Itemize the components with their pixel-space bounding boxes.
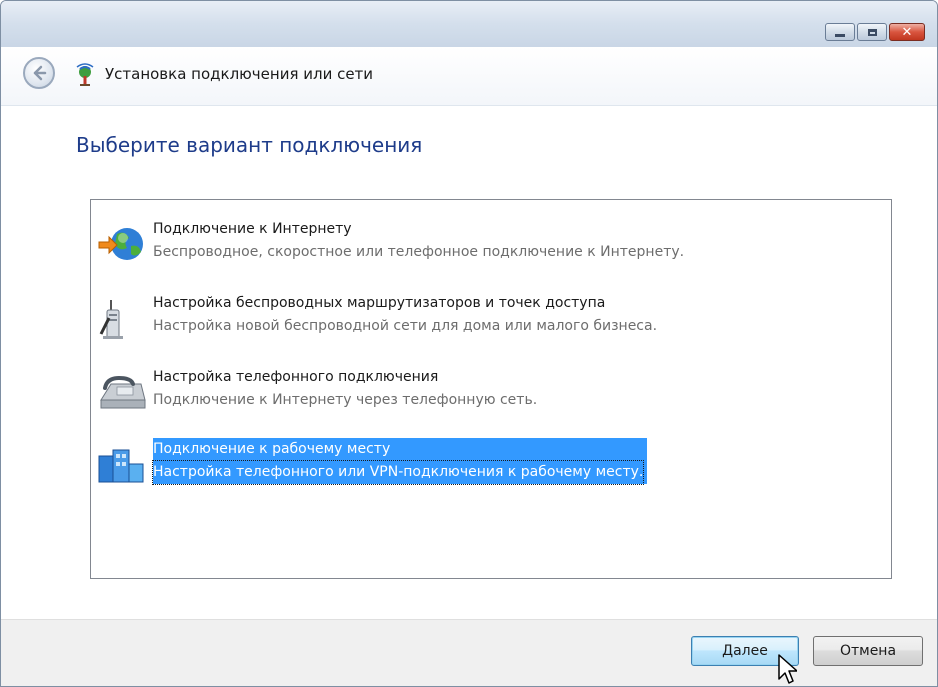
window-controls: ✕ bbox=[825, 23, 925, 41]
maximize-button[interactable] bbox=[857, 23, 887, 41]
window-title: Установка подключения или сети bbox=[105, 65, 374, 83]
close-button[interactable]: ✕ bbox=[889, 23, 925, 41]
title-bar[interactable]: ✕ bbox=[1, 1, 937, 47]
globe-icon bbox=[98, 228, 143, 260]
option-workplace[interactable]: Подключение к рабочему месту Настройка т… bbox=[97, 438, 877, 488]
option-text: Подключение к рабочему месту Настройка т… bbox=[151, 438, 648, 485]
option-description: Настройка телефонного или VPN-подключени… bbox=[151, 460, 645, 485]
option-title: Настройка телефонного подключения bbox=[153, 369, 439, 385]
telephone-icon bbox=[100, 375, 146, 409]
option-internet[interactable]: Подключение к Интернету Беспроводное, ск… bbox=[97, 218, 877, 268]
option-dialup[interactable]: Настройка телефонного подключения Подклю… bbox=[97, 366, 877, 416]
option-description: Беспроводное, скоростное или телефонное … bbox=[153, 244, 685, 260]
workplace-icon bbox=[98, 449, 144, 483]
option-text: Подключение к Интернету Беспроводное, ск… bbox=[153, 218, 684, 264]
option-title: Настройка беспроводных маршрутизаторов и… bbox=[153, 295, 606, 311]
option-text: Настройка беспроводных маршрутизаторов и… bbox=[153, 292, 657, 338]
option-text: Настройка телефонного подключения Подклю… bbox=[153, 366, 537, 412]
wizard-nav-bar: Установка подключения или сети bbox=[1, 47, 937, 106]
back-button[interactable] bbox=[23, 57, 55, 89]
back-arrow-icon bbox=[33, 65, 47, 81]
maximize-icon bbox=[867, 28, 877, 36]
option-title: Подключение к Интернету bbox=[153, 221, 352, 237]
option-title: Подключение к рабочему месту bbox=[153, 441, 391, 457]
option-wireless-router[interactable]: Настройка беспроводных маршрутизаторов и… bbox=[97, 292, 877, 342]
minimize-button[interactable] bbox=[825, 23, 855, 41]
close-icon: ✕ bbox=[901, 24, 913, 40]
cancel-button[interactable]: Отмена bbox=[813, 636, 923, 666]
connection-wizard-window: ✕ Установка подключения или сети Выберит… bbox=[0, 0, 938, 687]
connection-options-list: Подключение к Интернету Беспроводное, ск… bbox=[90, 199, 892, 579]
network-setup-icon bbox=[76, 63, 94, 86]
minimize-icon bbox=[835, 33, 845, 37]
option-description: Подключение к Интернету через телефонную… bbox=[153, 392, 538, 408]
option-description: Настройка новой беспроводной сети для до… bbox=[153, 318, 658, 334]
page-heading: Выберите вариант подключения bbox=[76, 133, 423, 157]
mouse-cursor-icon bbox=[778, 654, 797, 684]
wireless-router-icon bbox=[99, 300, 123, 339]
